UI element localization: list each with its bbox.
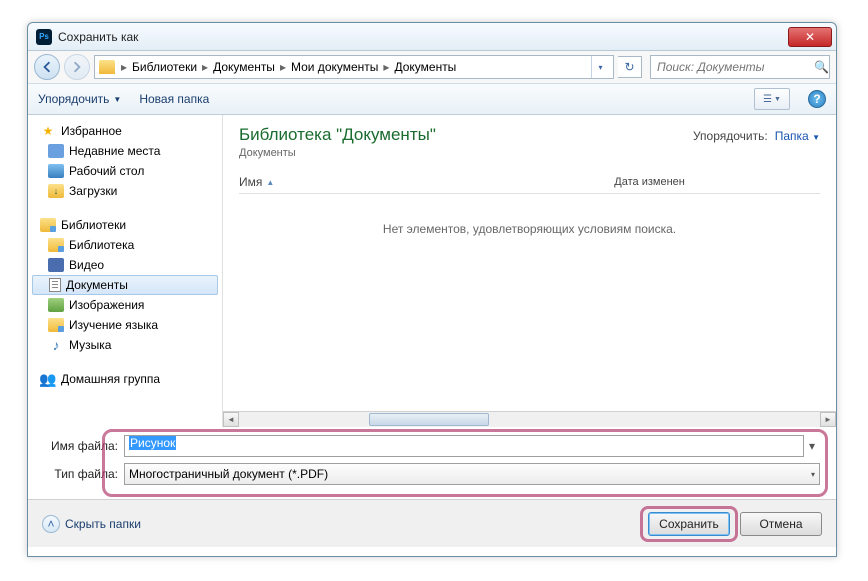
hide-folders-button[interactable]: ˄ Скрыть папки	[42, 515, 141, 533]
filename-label: Имя файла:	[44, 439, 118, 453]
sidebar-libraries-header[interactable]: Библиотеки	[28, 215, 222, 235]
empty-message: Нет элементов, удовлетворяющих условиям …	[239, 222, 820, 236]
library-icon	[40, 218, 56, 232]
scroll-left-button[interactable]: ◄	[223, 412, 239, 427]
cancel-button[interactable]: Отмена	[740, 512, 822, 536]
sidebar-homegroup-header[interactable]: 👥 Домашняя группа	[28, 369, 222, 389]
help-button[interactable]: ?	[808, 90, 826, 108]
breadcrumb[interactable]: Документы	[391, 56, 459, 78]
navigation-bar: ▸ Библиотеки ▸ Документы ▸ Мои документы…	[28, 51, 836, 83]
sidebar-item-images[interactable]: Изображения	[28, 295, 222, 315]
view-mode-button[interactable]: ☰ ▼	[754, 88, 790, 110]
body-area: ★ Избранное Недавние места Рабочий стол …	[28, 115, 836, 427]
scroll-right-button[interactable]: ►	[820, 412, 836, 427]
search-input[interactable]	[657, 60, 814, 74]
arrange-by[interactable]: Упорядочить: Папка ▼	[693, 129, 820, 143]
filetype-select[interactable]: Многостраничный документ (*.PDF) ▾	[124, 463, 820, 485]
save-as-dialog: Ps Сохранить как ✕ ▸ Библиотеки ▸ Докуме…	[27, 22, 837, 557]
sidebar-item-recent[interactable]: Недавние места	[28, 141, 222, 161]
horizontal-scrollbar[interactable]: ◄ ►	[223, 411, 836, 427]
breadcrumb[interactable]: Мои документы	[288, 56, 381, 78]
back-button[interactable]	[34, 54, 60, 80]
window-title: Сохранить как	[58, 30, 788, 44]
breadcrumb[interactable]: Библиотеки	[129, 56, 200, 78]
homegroup-icon: 👥	[40, 372, 56, 386]
close-button[interactable]: ✕	[788, 27, 832, 47]
sidebar: ★ Избранное Недавние места Рабочий стол …	[28, 115, 223, 427]
sidebar-item-desktop[interactable]: Рабочий стол	[28, 161, 222, 181]
chevron-right-icon: ▸	[381, 60, 391, 74]
library-subtitle: Документы	[239, 147, 820, 159]
chevron-right-icon: ▸	[200, 60, 210, 74]
address-dropdown[interactable]: ▾	[591, 56, 609, 78]
close-icon: ✕	[805, 30, 815, 44]
folder-icon	[48, 318, 64, 332]
star-icon: ★	[40, 124, 56, 138]
folder-icon	[99, 60, 115, 74]
sort-asc-icon: ▲	[266, 178, 274, 187]
video-icon	[48, 258, 64, 272]
sidebar-item-language[interactable]: Изучение языка	[28, 315, 222, 335]
library-icon	[48, 238, 64, 252]
chevron-right-icon: ▸	[119, 60, 129, 74]
chevron-down-icon: ▼	[812, 133, 820, 142]
new-folder-button[interactable]: Новая папка	[139, 92, 209, 106]
forward-button[interactable]	[64, 54, 90, 80]
sidebar-item-music[interactable]: ♪Музыка	[28, 335, 222, 355]
content-pane: Библиотека "Документы" Документы Упорядо…	[223, 115, 836, 427]
toolbar: Упорядочить ▼ Новая папка ☰ ▼ ?	[28, 83, 836, 115]
desktop-icon	[48, 164, 64, 178]
sidebar-item-library[interactable]: Библиотека	[28, 235, 222, 255]
back-arrow-icon	[41, 61, 53, 73]
column-headers: Имя▲ Дата изменен	[239, 175, 820, 194]
help-icon: ?	[813, 92, 820, 106]
titlebar[interactable]: Ps Сохранить как ✕	[28, 23, 836, 51]
footer: ˄ Скрыть папки Сохранить Отмена	[28, 499, 836, 547]
document-icon	[49, 278, 61, 292]
sidebar-item-downloads[interactable]: Загрузки	[28, 181, 222, 201]
address-bar[interactable]: ▸ Библиотеки ▸ Документы ▸ Мои документы…	[94, 55, 614, 79]
download-icon	[48, 184, 64, 198]
forward-arrow-icon	[71, 61, 83, 73]
image-icon	[48, 298, 64, 312]
scroll-thumb[interactable]	[369, 413, 489, 426]
organize-button[interactable]: Упорядочить ▼	[38, 92, 121, 106]
sidebar-favorites-header[interactable]: ★ Избранное	[28, 121, 222, 141]
column-name[interactable]: Имя▲	[239, 175, 274, 189]
chevron-down-icon: ▼	[774, 96, 781, 103]
filename-input[interactable]: Рисунок	[124, 435, 804, 457]
arrange-link[interactable]: Папка ▼	[775, 129, 820, 143]
breadcrumb[interactable]: Документы	[210, 56, 278, 78]
filetype-label: Тип файла:	[44, 467, 118, 481]
chevron-down-icon: ▾	[811, 470, 815, 479]
app-icon: Ps	[36, 29, 52, 45]
search-box[interactable]: 🔍	[650, 55, 830, 79]
chevron-down-icon: ▼	[113, 95, 121, 104]
file-fields-area: Имя файла: Рисунок ▾ Тип файла: Многостр…	[28, 427, 836, 499]
refresh-button[interactable]: ↻	[618, 56, 642, 78]
list-view-icon: ☰	[763, 94, 772, 105]
refresh-icon: ↻	[624, 60, 634, 74]
column-date[interactable]: Дата изменен	[614, 175, 685, 189]
chevron-right-icon: ▸	[278, 60, 288, 74]
chevron-up-icon: ˄	[47, 517, 54, 531]
recent-icon	[48, 144, 64, 158]
sidebar-item-documents[interactable]: Документы	[32, 275, 218, 295]
filename-dropdown[interactable]: ▾	[804, 439, 820, 453]
music-icon: ♪	[48, 338, 64, 352]
search-icon: 🔍	[814, 60, 829, 74]
sidebar-item-video[interactable]: Видео	[28, 255, 222, 275]
save-button[interactable]: Сохранить	[648, 512, 730, 536]
